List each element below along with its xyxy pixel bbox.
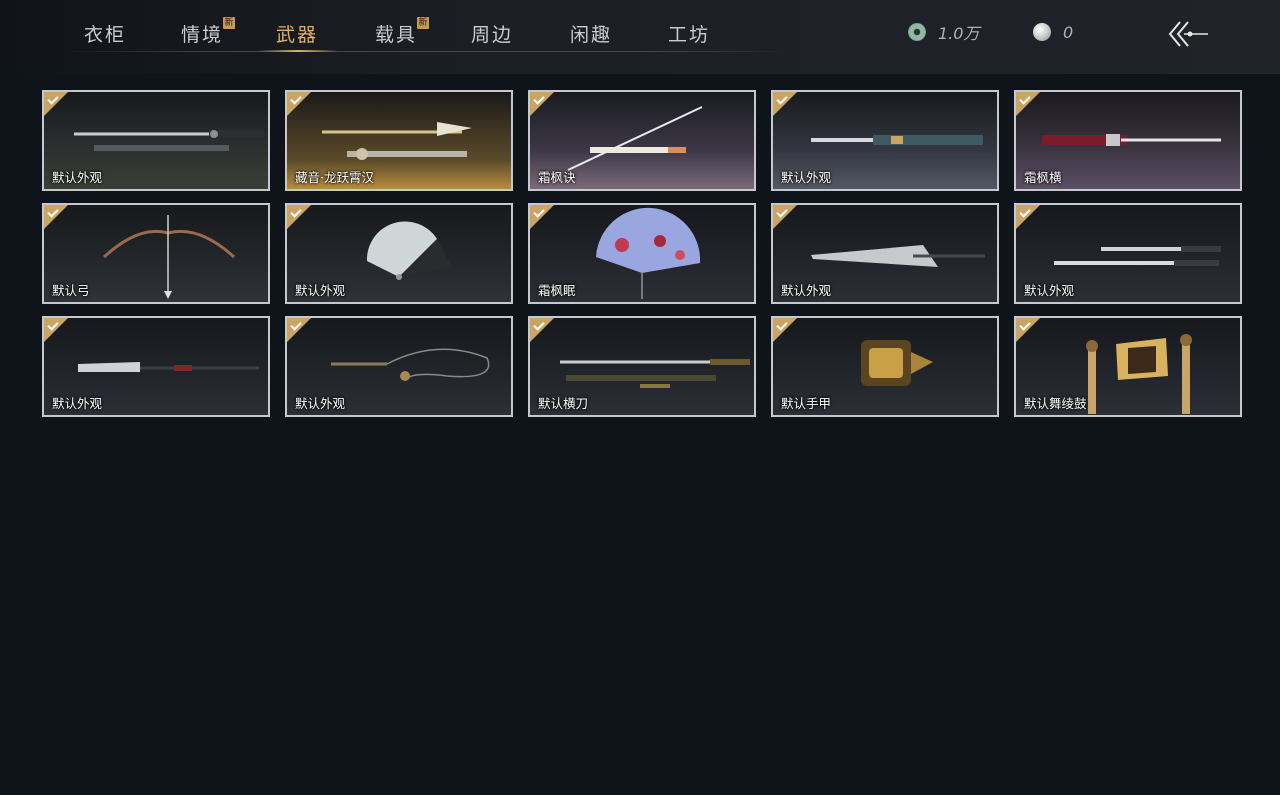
weapon-name: 霜枫诀 xyxy=(538,170,576,185)
tab-scenes[interactable]: 情境新 xyxy=(181,17,236,52)
weapon-name: 霜枫眠 xyxy=(538,283,576,298)
owned-check-icon xyxy=(530,92,554,116)
owned-check-icon xyxy=(1016,318,1040,342)
weapon-name: 默认外观 xyxy=(781,170,832,185)
owned-check-icon xyxy=(773,205,797,229)
tab-leisure[interactable]: 闲趣 xyxy=(570,20,612,52)
weapon-card[interactable]: 默认外观 xyxy=(42,90,270,191)
weapon-card[interactable]: 默认手甲 xyxy=(771,316,999,417)
weapon-card[interactable]: 默认外观 xyxy=(42,316,270,417)
active-tab-underline xyxy=(258,50,338,52)
weapon-card[interactable]: 霜枫横 xyxy=(1014,90,1242,191)
tab-label: 周边 xyxy=(471,24,514,46)
tab-label: 武器 xyxy=(276,24,319,46)
back-button[interactable] xyxy=(1166,18,1212,50)
new-badge: 新 xyxy=(417,17,430,29)
tab-vehicles[interactable]: 载具新 xyxy=(375,17,430,52)
weapon-card[interactable]: 霜枫诀 xyxy=(528,90,756,191)
owned-check-icon xyxy=(773,92,797,116)
category-tabs: 衣柜 情境新 武器 载具新 周边 闲趣 工坊 xyxy=(0,0,790,52)
owned-check-icon xyxy=(44,205,68,229)
weapon-card[interactable]: 默认外观 xyxy=(771,90,999,191)
tab-weapons[interactable]: 武器 xyxy=(276,20,318,52)
weapon-card[interactable]: 藏音·龙跃霄汉 xyxy=(285,90,513,191)
weapon-name: 默认外观 xyxy=(295,283,346,298)
tab-divider xyxy=(60,51,790,52)
tab-label: 衣柜 xyxy=(84,24,127,46)
owned-check-icon xyxy=(530,318,554,342)
weapon-name: 霜枫横 xyxy=(1024,170,1062,185)
tab-label: 工坊 xyxy=(668,24,711,46)
owned-check-icon xyxy=(530,205,554,229)
pearl-icon xyxy=(1033,23,1051,41)
weapon-name: 默认外观 xyxy=(52,170,103,185)
tab-workshop[interactable]: 工坊 xyxy=(668,20,710,52)
weapon-card[interactable]: 霜枫眠 xyxy=(528,203,756,304)
owned-check-icon xyxy=(44,318,68,342)
pearl-amount: 0 xyxy=(1063,22,1074,42)
weapon-name: 藏音·龙跃霄汉 xyxy=(295,170,374,185)
weapon-name: 默认手甲 xyxy=(781,396,832,411)
top-bar: 衣柜 情境新 武器 载具新 周边 闲趣 工坊 1.0万 0 xyxy=(0,0,1280,74)
coin-amount: 1.0万 xyxy=(938,24,980,43)
back-arrow-icon xyxy=(1168,21,1208,47)
owned-check-icon xyxy=(1016,205,1040,229)
weapon-card[interactable]: 默认外观 xyxy=(1014,203,1242,304)
weapon-card[interactable]: 默认外观 xyxy=(285,203,513,304)
weapon-name: 默认横刀 xyxy=(538,396,589,411)
weapon-card[interactable]: 默认舞绫鼓 xyxy=(1014,316,1242,417)
new-badge: 新 xyxy=(223,17,236,29)
owned-check-icon xyxy=(1016,92,1040,116)
weapon-card[interactable]: 默认外观 xyxy=(285,316,513,417)
weapon-name: 默认外观 xyxy=(52,396,103,411)
owned-check-icon xyxy=(287,205,311,229)
tab-label: 情境 xyxy=(181,24,224,46)
weapon-name: 默认弓 xyxy=(52,283,90,298)
weapon-name: 默认外观 xyxy=(295,396,346,411)
pearl-balance: 0 xyxy=(1033,21,1073,43)
owned-check-icon xyxy=(773,318,797,342)
tab-wardrobe[interactable]: 衣柜 xyxy=(84,20,126,52)
owned-check-icon xyxy=(287,318,311,342)
tab-label: 载具 xyxy=(375,24,418,46)
owned-check-icon xyxy=(44,92,68,116)
weapon-name: 默认外观 xyxy=(1024,283,1075,298)
coin-balance: 1.0万 xyxy=(908,21,979,43)
weapon-name: 默认舞绫鼓 xyxy=(1024,396,1087,411)
tab-peripherals[interactable]: 周边 xyxy=(471,20,513,52)
jade-coin-icon xyxy=(908,23,926,41)
weapon-grid: 默认外观 藏音·龙跃霄汉 霜枫诀 默认外观 霜枫横 默认弓 默认外观 霜枫眠 默… xyxy=(42,90,1244,420)
tab-label: 闲趣 xyxy=(570,24,613,46)
weapon-card[interactable]: 默认横刀 xyxy=(528,316,756,417)
weapon-card[interactable]: 默认弓 xyxy=(42,203,270,304)
weapon-name: 默认外观 xyxy=(781,283,832,298)
weapon-card[interactable]: 默认外观 xyxy=(771,203,999,304)
owned-check-icon xyxy=(287,92,311,116)
